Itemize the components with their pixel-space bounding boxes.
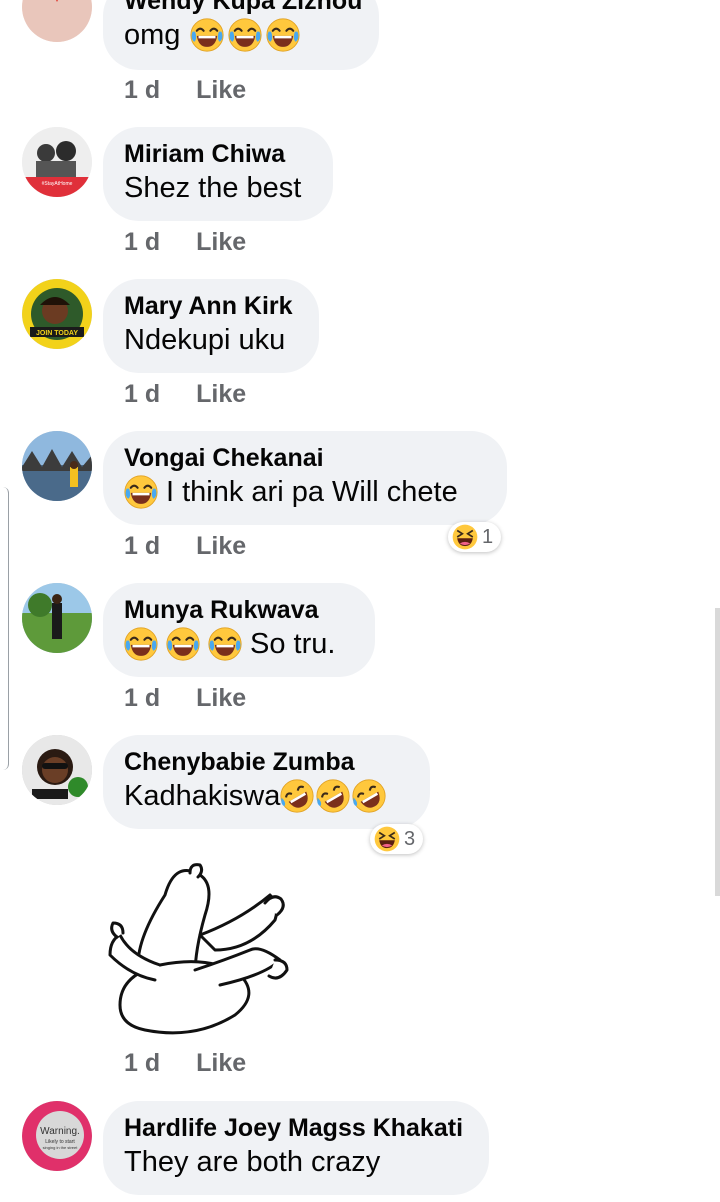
- timestamp: 1 d: [124, 1049, 161, 1077]
- avatar-label: singing in the street: [43, 1145, 79, 1150]
- timestamp: 1 d: [124, 76, 161, 104]
- commenter-name[interactable]: Vongai Chekanai: [124, 443, 486, 473]
- comment-meta: 1 d Like: [124, 380, 246, 409]
- timestamp: 1 d: [124, 532, 161, 560]
- comment-text: Ndekupi uku: [124, 324, 286, 356]
- commenter-name[interactable]: Wendy Kupa Ziznou: [124, 0, 362, 16]
- comment-bubble: Vongai Chekanai I think ari pa Will chet…: [103, 431, 507, 525]
- rofl-icon: [280, 779, 315, 813]
- timestamp: 1 d: [124, 228, 161, 256]
- comment-bubble: Wendy Kupa Ziznou omg: [103, 0, 379, 70]
- scroll-handle[interactable]: [0, 487, 9, 770]
- avatar-label: Warning.: [40, 1126, 80, 1137]
- reaction-count: 1: [482, 525, 494, 548]
- reaction-badge[interactable]: 1: [448, 522, 502, 552]
- joy-icon: [266, 18, 301, 52]
- comment-text: So tru.: [124, 625, 354, 663]
- timestamp: 1 d: [124, 684, 161, 712]
- like-button[interactable]: Like: [196, 684, 246, 713]
- commenter-name[interactable]: Miriam Chiwa: [124, 139, 312, 169]
- commenter-name[interactable]: Mary Ann Kirk: [124, 291, 298, 321]
- comment-meta: 1 d Like: [124, 76, 246, 105]
- rofl-icon: [352, 779, 387, 813]
- avatar-label: JOIN TODAY: [36, 330, 78, 337]
- comment-text: Kadhakiswa: [124, 777, 409, 815]
- timestamp: 1 d: [124, 380, 161, 408]
- joy-icon: [208, 627, 242, 661]
- commenter-name[interactable]: Chenybabie Zumba: [124, 747, 409, 777]
- avatar[interactable]: [22, 583, 92, 653]
- comment-text: I think ari pa Will chete: [124, 473, 486, 511]
- avatar[interactable]: [22, 735, 92, 805]
- avatar[interactable]: [22, 0, 92, 42]
- avatar-label: #StayAtHome: [42, 181, 73, 187]
- joy-icon: [124, 475, 158, 509]
- reaction-badge[interactable]: 3: [370, 824, 424, 854]
- comment-bubble: Miriam Chiwa Shez the best: [103, 127, 333, 221]
- haha-icon: [374, 826, 400, 852]
- comment-meta: 1 d Like: [124, 684, 246, 713]
- joy-icon: [124, 627, 158, 661]
- like-button[interactable]: Like: [196, 380, 246, 409]
- rofl-icon: [316, 779, 351, 813]
- comment-bubble: Hardlife Joey Magss Khakati They are bot…: [103, 1101, 489, 1195]
- commenter-name[interactable]: Hardlife Joey Magss Khakati: [124, 1113, 468, 1143]
- like-button[interactable]: Like: [196, 76, 246, 105]
- comment-text: They are both crazy: [124, 1146, 381, 1178]
- avatar[interactable]: JOIN TODAY: [22, 279, 92, 349]
- joy-icon: [190, 18, 225, 52]
- comment-meta: 1 d Like: [124, 1049, 246, 1078]
- avatar[interactable]: [22, 431, 92, 501]
- commenter-name[interactable]: Munya Rukwava: [124, 595, 354, 625]
- comment-meta: 1 d Like: [124, 228, 246, 257]
- haha-icon: [452, 524, 478, 550]
- comment-bubble: Munya Rukwava So tru.: [103, 583, 375, 677]
- comment-bubble: Mary Ann Kirk Ndekupi uku: [103, 279, 319, 373]
- like-button[interactable]: Like: [196, 228, 246, 257]
- avatar[interactable]: Warning. Likely to start singing in the …: [22, 1101, 92, 1171]
- comment-meta: 1 d Like: [124, 532, 246, 561]
- like-button[interactable]: Like: [196, 1049, 246, 1078]
- laughing-sticker-icon[interactable]: [105, 855, 305, 1045]
- comment-text: Shez the best: [124, 172, 302, 204]
- joy-icon: [166, 627, 200, 661]
- comment-text: omg: [124, 16, 358, 54]
- joy-icon: [228, 18, 263, 52]
- scrollbar[interactable]: [715, 608, 720, 896]
- reaction-count: 3: [404, 827, 416, 850]
- avatar[interactable]: #StayAtHome: [22, 127, 92, 197]
- comment-bubble: Chenybabie Zumba Kadhakiswa: [103, 735, 430, 829]
- like-button[interactable]: Like: [196, 532, 246, 561]
